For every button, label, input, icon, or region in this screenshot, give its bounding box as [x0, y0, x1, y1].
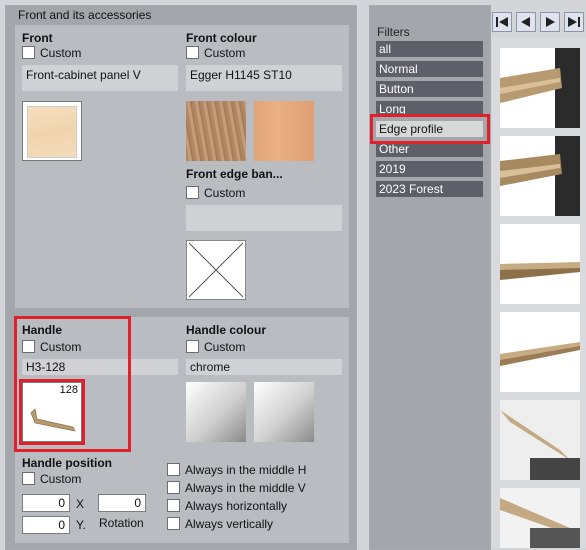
- gallery-item-1[interactable]: [500, 48, 580, 128]
- front-edge-thumbnail[interactable]: [186, 240, 246, 300]
- chrome-swatch-2[interactable]: [254, 382, 314, 442]
- front-edge-field[interactable]: [186, 205, 342, 231]
- y-input[interactable]: 0: [22, 516, 70, 534]
- option-horizontal-label: Always horizontally: [185, 499, 288, 513]
- filter-2023-forest[interactable]: 2023 Forest: [376, 181, 483, 197]
- handle-colour-title: Handle colour: [186, 323, 267, 337]
- front-colour-custom-checkbox[interactable]: [186, 46, 199, 59]
- option-middle-v-label: Always in the middle V: [185, 481, 306, 495]
- front-colour-field[interactable]: Egger H1145 ST10: [186, 65, 342, 91]
- option-vertical-checkbox[interactable]: [167, 517, 180, 530]
- filter-2019[interactable]: 2019: [376, 161, 483, 177]
- handle-position-title: Handle position: [22, 456, 112, 470]
- filter-normal[interactable]: Normal: [376, 61, 483, 77]
- option-vertical-label: Always vertically: [185, 517, 274, 531]
- group-title: Front and its accessories: [18, 8, 152, 22]
- next-icon[interactable]: [540, 12, 560, 32]
- filters-label: Filters: [377, 25, 410, 39]
- empty-image-icon: [188, 242, 244, 298]
- chrome-swatch-1[interactable]: [186, 382, 246, 442]
- handle-colour-custom-checkbox[interactable]: [186, 340, 199, 353]
- front-edge-custom-label: Custom: [204, 186, 246, 200]
- option-horizontal-checkbox[interactable]: [167, 499, 180, 512]
- front-custom-checkbox[interactable]: [22, 46, 35, 59]
- filter-all[interactable]: all: [376, 41, 483, 57]
- handle-position-custom-checkbox[interactable]: [22, 472, 35, 485]
- gallery-item-4[interactable]: [500, 312, 580, 392]
- front-edge-custom-checkbox[interactable]: [186, 186, 199, 199]
- front-edge-title: Front edge ban...: [186, 167, 283, 181]
- gallery-item-3[interactable]: [500, 224, 580, 304]
- x-input[interactable]: 0: [22, 494, 70, 512]
- filter-button[interactable]: Button: [376, 81, 483, 97]
- handle-colour-custom-label: Custom: [204, 340, 246, 354]
- wood-swatch-light[interactable]: [254, 101, 314, 161]
- wood-swatch-dark[interactable]: [186, 101, 246, 161]
- front-colour-custom-label: Custom: [204, 46, 246, 60]
- first-icon[interactable]: [492, 12, 512, 32]
- gallery-item-5[interactable]: [500, 400, 580, 480]
- option-middle-v-checkbox[interactable]: [167, 481, 180, 494]
- front-title: Front: [22, 31, 53, 45]
- gallery-item-2[interactable]: [500, 136, 580, 216]
- rotation-input[interactable]: 0: [98, 494, 146, 512]
- prev-icon[interactable]: [516, 12, 536, 32]
- y-label: Y.: [76, 518, 86, 532]
- gallery-item-6[interactable]: [500, 488, 580, 548]
- last-icon[interactable]: [564, 12, 584, 32]
- edge-profile-highlight: [370, 114, 490, 144]
- handle-thumb-highlight: [19, 379, 85, 445]
- handle-position-custom-label: Custom: [40, 472, 82, 486]
- front-thumbnail[interactable]: [22, 101, 82, 161]
- handle-colour-field[interactable]: chrome: [186, 359, 342, 375]
- option-middle-h-label: Always in the middle H: [185, 463, 307, 477]
- front-colour-title: Front colour: [186, 31, 257, 45]
- front-custom-label: Custom: [40, 46, 82, 60]
- option-middle-h-checkbox[interactable]: [167, 463, 180, 476]
- x-label: X: [76, 497, 85, 511]
- rotation-label: Rotation: [99, 516, 144, 530]
- front-field[interactable]: Front-cabinet panel V: [22, 65, 178, 91]
